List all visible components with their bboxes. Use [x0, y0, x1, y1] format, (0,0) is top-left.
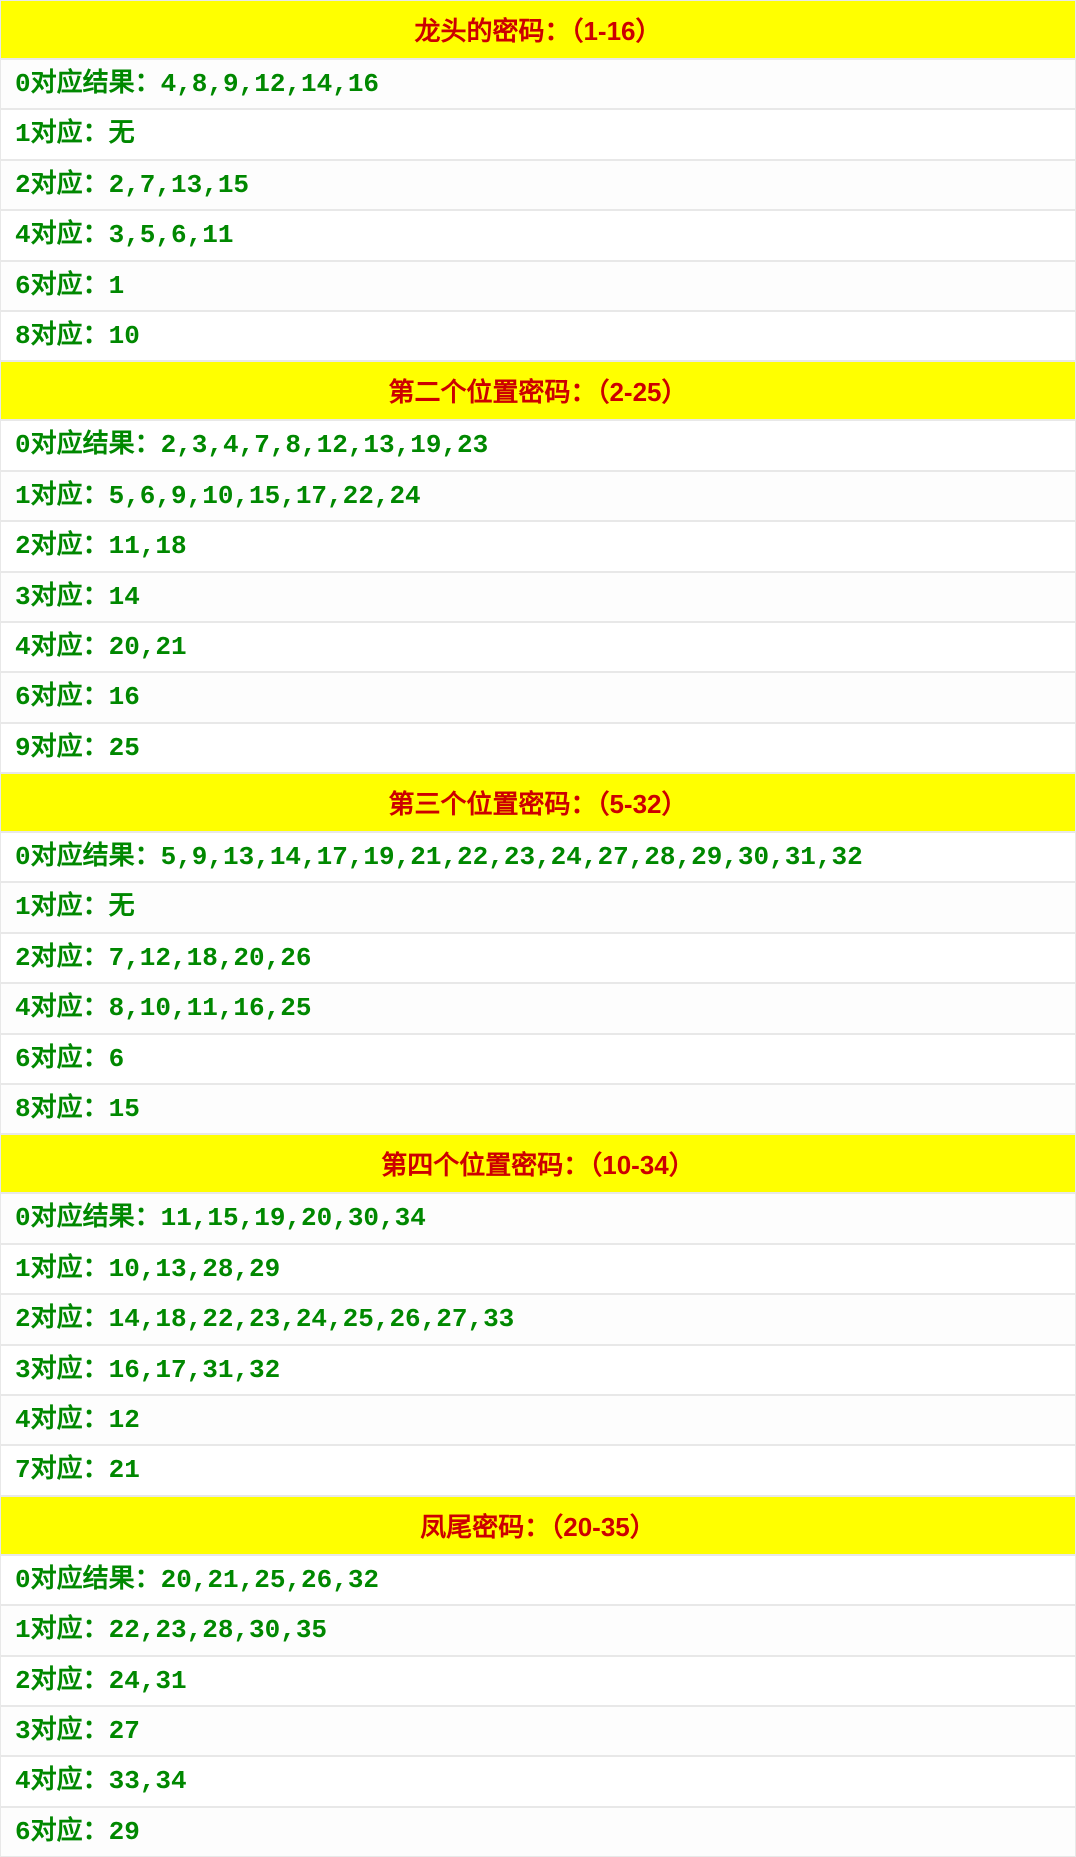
data-row: 6对应：1: [0, 261, 1076, 311]
section-header: 龙头的密码：（1-16）: [0, 0, 1076, 59]
data-row: 2对应：24,31: [0, 1656, 1076, 1706]
data-row: 2对应：14,18,22,23,24,25,26,27,33: [0, 1294, 1076, 1344]
data-row: 2对应：2,7,13,15: [0, 160, 1076, 210]
data-row: 8对应：15: [0, 1084, 1076, 1134]
data-row: 0对应结果：5,9,13,14,17,19,21,22,23,24,27,28,…: [0, 832, 1076, 882]
data-row: 3对应：16,17,31,32: [0, 1345, 1076, 1395]
data-row: 1对应：无: [0, 882, 1076, 932]
data-row: 4对应：12: [0, 1395, 1076, 1445]
data-row: 1对应：无: [0, 109, 1076, 159]
data-row: 1对应：22,23,28,30,35: [0, 1605, 1076, 1655]
data-row: 1对应：10,13,28,29: [0, 1244, 1076, 1294]
data-row: 1对应：5,6,9,10,15,17,22,24: [0, 471, 1076, 521]
lottery-password-table: 龙头的密码：（1-16） 0对应结果：4,8,9,12,14,16 1对应：无 …: [0, 0, 1076, 1857]
data-row: 0对应结果：11,15,19,20,30,34: [0, 1193, 1076, 1243]
data-row: 2对应：11,18: [0, 521, 1076, 571]
section-header: 第二个位置密码：（2-25）: [0, 361, 1076, 420]
data-row: 2对应：7,12,18,20,26: [0, 933, 1076, 983]
section-header: 第四个位置密码：（10-34）: [0, 1134, 1076, 1193]
data-row: 4对应：3,5,6,11: [0, 210, 1076, 260]
data-row: 0对应结果：2,3,4,7,8,12,13,19,23: [0, 420, 1076, 470]
data-row: 3对应：14: [0, 572, 1076, 622]
data-row: 3对应：27: [0, 1706, 1076, 1756]
data-row: 6对应：29: [0, 1807, 1076, 1857]
data-row: 4对应：8,10,11,16,25: [0, 983, 1076, 1033]
data-row: 0对应结果：20,21,25,26,32: [0, 1555, 1076, 1605]
section-header: 凤尾密码：（20-35）: [0, 1496, 1076, 1555]
data-row: 4对应：20,21: [0, 622, 1076, 672]
data-row: 4对应：33,34: [0, 1756, 1076, 1806]
data-row: 6对应：16: [0, 672, 1076, 722]
data-row: 7对应：21: [0, 1445, 1076, 1495]
data-row: 8对应：10: [0, 311, 1076, 361]
data-row: 9对应：25: [0, 723, 1076, 773]
section-header: 第三个位置密码：（5-32）: [0, 773, 1076, 832]
data-row: 6对应：6: [0, 1034, 1076, 1084]
data-row: 0对应结果：4,8,9,12,14,16: [0, 59, 1076, 109]
